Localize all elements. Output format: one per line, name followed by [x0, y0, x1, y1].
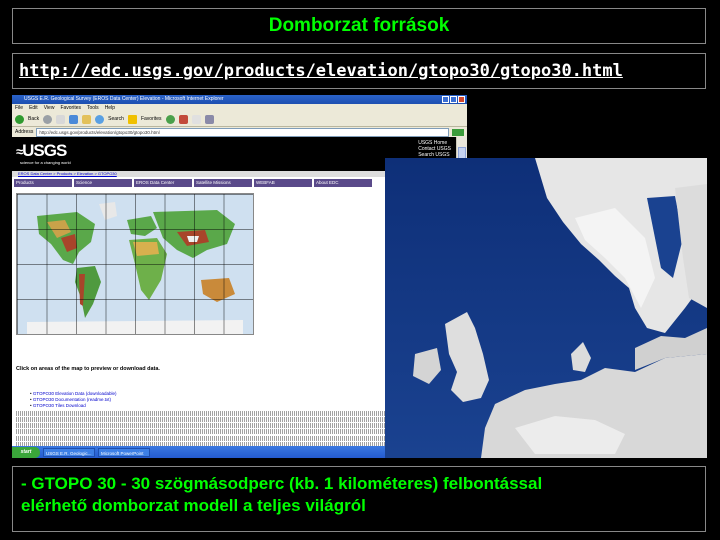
caption-line-1: - GTOPO 30 - 30 szögmásodperc (kb. 1 kil…	[21, 474, 543, 493]
home-icon[interactable]	[82, 114, 92, 124]
menu-tools[interactable]: Tools	[87, 104, 99, 112]
back-arrow-icon[interactable]	[15, 114, 24, 124]
start-button[interactable]: start	[12, 446, 40, 458]
go-button[interactable]	[452, 128, 464, 136]
back-label: Back	[28, 116, 40, 122]
stop-icon[interactable]	[56, 114, 66, 124]
forward-arrow-icon[interactable]	[43, 114, 53, 124]
taskbar-powerpoint[interactable]: Microsoft PowerPoint	[98, 447, 150, 457]
menu-help[interactable]: Help	[105, 104, 115, 112]
caption-line-2: elérhető domborzat modell a teljes világ…	[21, 496, 366, 515]
nav-eros[interactable]: EROS Data Center	[134, 179, 192, 187]
browser-toolbar: Back Search Favorites	[12, 112, 467, 127]
minimize-button[interactable]	[442, 96, 449, 103]
menu-file[interactable]: File	[15, 104, 23, 112]
history-icon[interactable]	[178, 114, 188, 124]
maximize-button[interactable]	[450, 96, 457, 103]
search-icon[interactable]	[95, 114, 105, 124]
nav-webfab[interactable]: WEBFAB	[254, 179, 312, 187]
taskbar-browser[interactable]: USGS E.R. Geologic...	[43, 447, 95, 457]
address-label: Address	[15, 129, 34, 135]
usgs-top-links: USGS Home Contact USGS Search USGS	[418, 140, 451, 158]
nav-about[interactable]: About EDC	[314, 179, 372, 187]
usgs-tagline: science for a changing world	[20, 160, 71, 165]
slide-caption: - GTOPO 30 - 30 szögmásodperc (kb. 1 kil…	[12, 466, 706, 532]
favorites-label: Favorites	[140, 116, 162, 122]
favorites-star-icon[interactable]	[127, 114, 137, 124]
window-title: USGS E.R. Geological Survey (EROS Data C…	[24, 96, 224, 102]
nav-satellite[interactable]: Satellite Missions	[194, 179, 252, 187]
usgs-logo[interactable]: ≈USGS	[16, 141, 67, 161]
refresh-icon[interactable]	[69, 114, 79, 124]
print-icon[interactable]	[204, 114, 214, 124]
usgs-nav: Products Science EROS Data Center Satell…	[14, 179, 372, 187]
media-icon[interactable]	[165, 114, 175, 124]
gtopo30-links: GTOPO30 Elevation Data (downloadable) GT…	[30, 391, 117, 409]
mail-icon[interactable]	[191, 114, 201, 124]
address-input[interactable]: http://edc.usgs.gov/products/elevation/g…	[36, 127, 449, 137]
world-elevation-map[interactable]	[16, 193, 254, 335]
menu-view[interactable]: View	[44, 104, 55, 112]
link-tiles[interactable]: GTOPO30 Tiles Download	[30, 403, 117, 409]
europe-elevation-map	[385, 158, 707, 458]
menu-favorites[interactable]: Favorites	[60, 104, 81, 112]
map-instruction: Click on areas of the map to preview or …	[16, 366, 160, 372]
browser-menu-bar: File Edit View Favorites Tools Help	[12, 104, 467, 112]
browser-title-bar: USGS E.R. Geological Survey (EROS Data C…	[12, 95, 467, 104]
nav-products[interactable]: Products	[14, 179, 72, 187]
source-url-link[interactable]: http://edc.usgs.gov/products/elevation/g…	[12, 53, 706, 89]
europe-relief-graphic	[385, 158, 707, 458]
nav-science[interactable]: Science	[74, 179, 132, 187]
description-paragraph-1	[16, 410, 396, 434]
search-label: Search	[108, 116, 124, 122]
close-button[interactable]	[458, 96, 465, 103]
menu-edit[interactable]: Edit	[29, 104, 38, 112]
slide-title: Domborzat források	[12, 8, 706, 44]
